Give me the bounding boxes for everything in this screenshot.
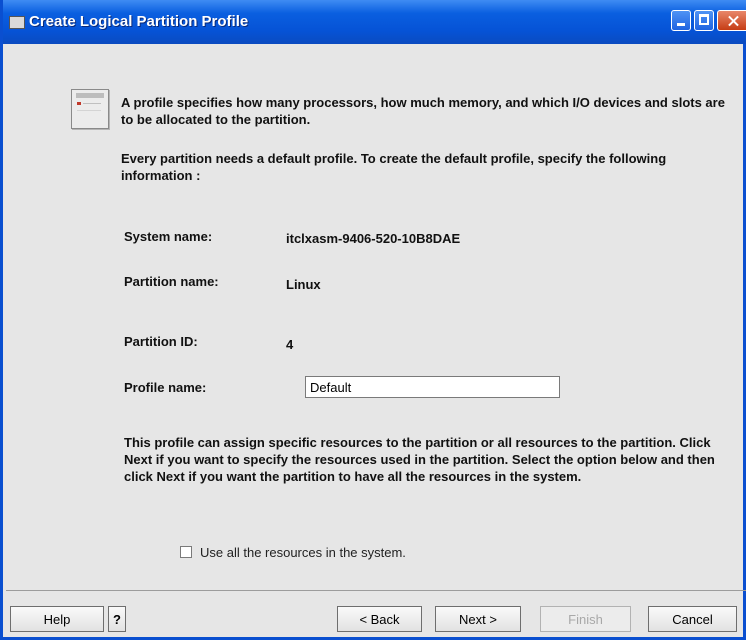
- partition-name-value: Linux: [286, 277, 321, 292]
- intro-text-profile: A profile specifies how many processors,…: [121, 95, 725, 127]
- profile-name-label: Profile name:: [124, 380, 207, 395]
- help-button[interactable]: Help: [10, 606, 104, 632]
- use-all-resources-checkbox[interactable]: [180, 546, 192, 558]
- partition-name-label: Partition name:: [124, 274, 219, 289]
- profile-document-icon: [71, 89, 109, 129]
- system-name-label: System name:: [124, 229, 213, 244]
- partition-id-value: 4: [286, 337, 294, 352]
- use-all-resources-option[interactable]: Use all the resources in the system.: [180, 543, 406, 561]
- next-button[interactable]: Next >: [435, 606, 521, 632]
- partition-id-label: Partition ID:: [124, 334, 198, 349]
- minimize-button[interactable]: [671, 10, 691, 31]
- window-title: Create Logical Partition Profile: [29, 13, 249, 30]
- close-button[interactable]: [717, 10, 746, 31]
- system-name-value: itclxasm-9406-520-10B8DAE: [286, 231, 461, 246]
- title-bar[interactable]: Create Logical Partition Profile: [3, 0, 746, 44]
- profile-name-input[interactable]: [305, 376, 560, 398]
- button-bar-divider: [6, 590, 746, 591]
- window-app-icon: [9, 16, 25, 29]
- intro-text-default: Every partition needs a default profile.…: [121, 151, 667, 183]
- use-all-resources-label: Use all the resources in the system.: [200, 544, 406, 560]
- back-button[interactable]: < Back: [337, 606, 422, 632]
- finish-button[interactable]: Finish: [540, 606, 631, 632]
- dialog-window: Create Logical Partition Profile A profi…: [0, 0, 746, 640]
- cancel-button[interactable]: Cancel: [648, 606, 737, 632]
- context-help-button[interactable]: ?: [108, 606, 126, 632]
- maximize-button[interactable]: [694, 10, 714, 31]
- resources-description: This profile can assign specific resourc…: [124, 435, 715, 484]
